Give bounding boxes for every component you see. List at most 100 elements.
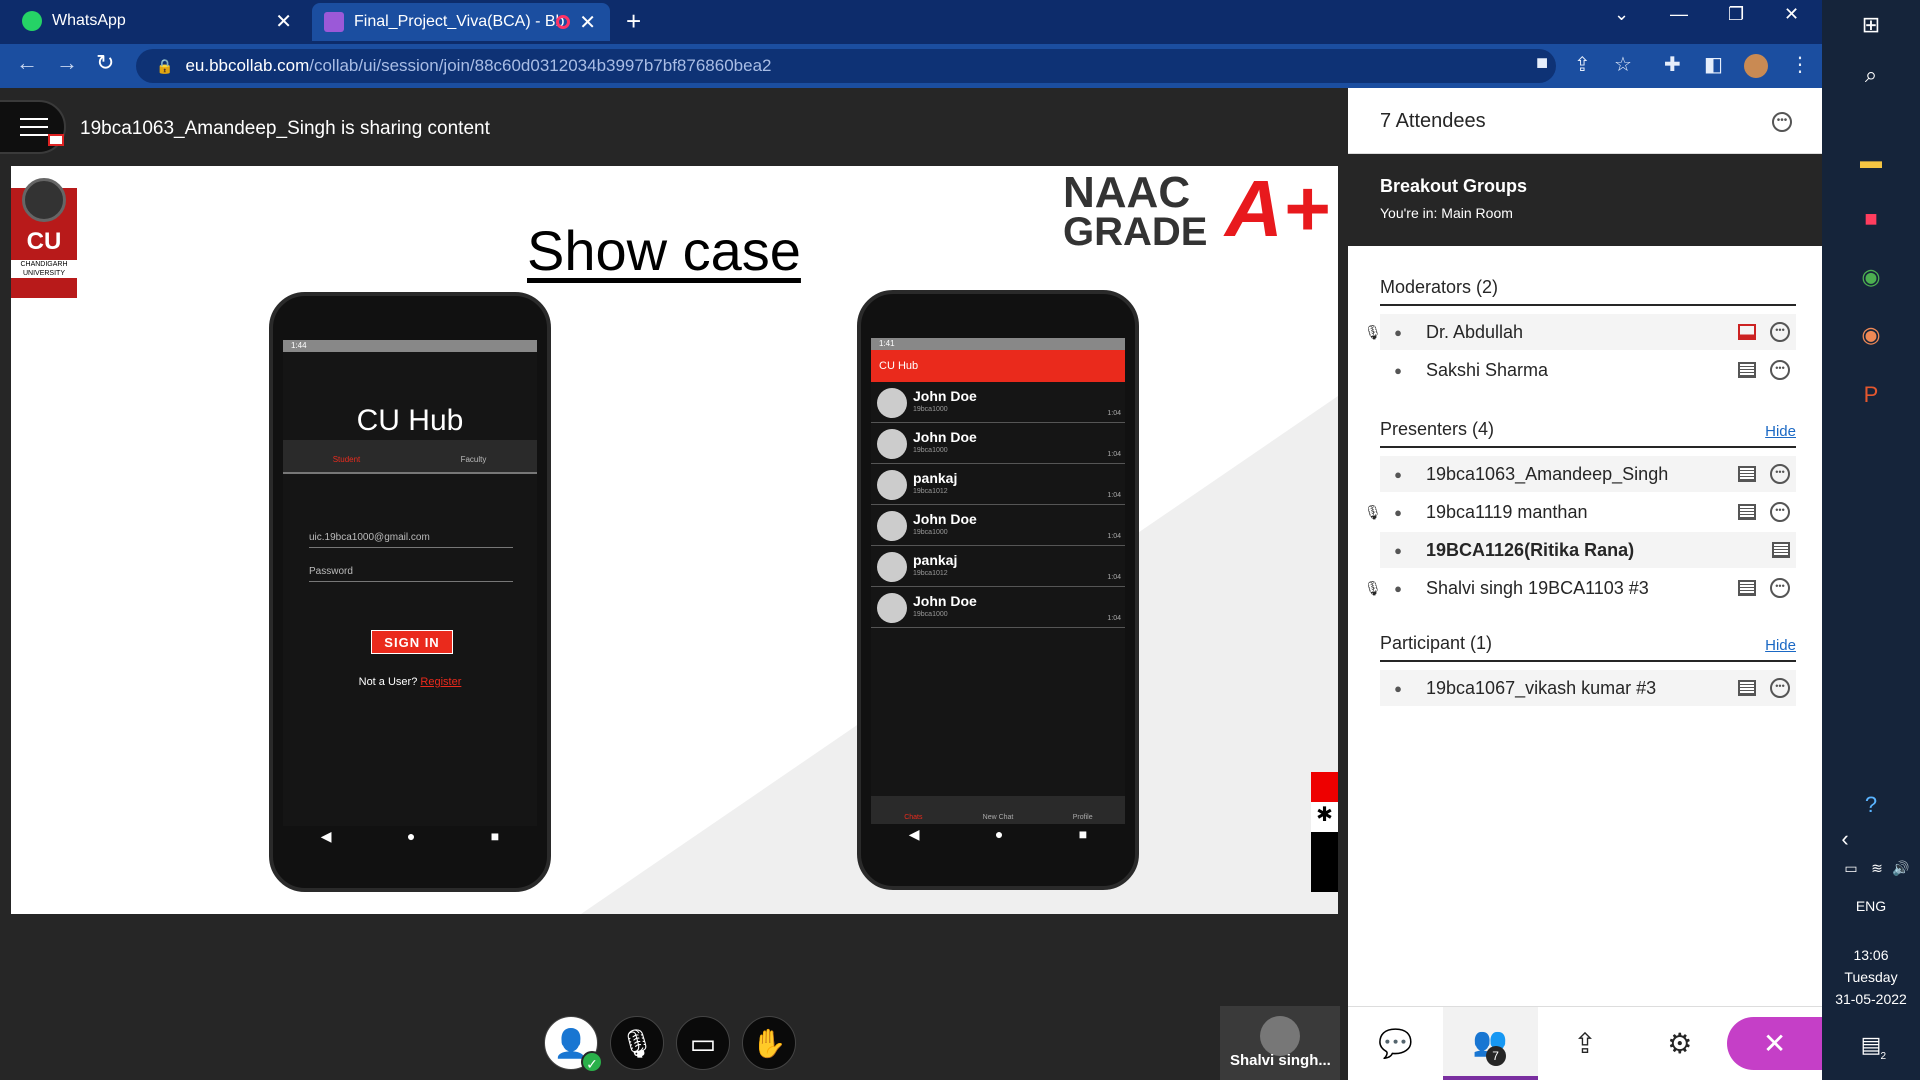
- section-title: Participant (1): [1380, 633, 1493, 653]
- close-icon[interactable]: ✕: [579, 10, 596, 35]
- new-tab-button[interactable]: +: [626, 6, 641, 37]
- captions-icon[interactable]: [1738, 362, 1756, 378]
- tab-title: Final_Project_Viva(BCA) - Bb: [354, 13, 565, 30]
- profile-avatar[interactable]: [1744, 54, 1768, 78]
- captions-icon[interactable]: [1738, 466, 1756, 482]
- star-icon[interactable]: ☆: [1614, 52, 1632, 77]
- powerpoint-icon[interactable]: P: [1856, 382, 1886, 412]
- mic-icon: 🎙: [1364, 324, 1382, 340]
- mic-icon: 🎙: [1364, 580, 1382, 596]
- panel-header: 7 Attendees •••: [1348, 88, 1822, 154]
- more-options-icon[interactable]: •••: [1770, 502, 1790, 522]
- captions-icon[interactable]: [1738, 580, 1756, 596]
- chrome-active-icon[interactable]: ◉: [1856, 322, 1886, 352]
- chat-id: 19bca1000: [913, 611, 948, 618]
- clock-date: 31-05-2022: [1835, 991, 1907, 1007]
- chat-id: 19bca1000: [913, 447, 948, 454]
- language-indicator[interactable]: ENG: [1822, 898, 1920, 914]
- camera-off-button[interactable]: ▭: [676, 1016, 730, 1070]
- address-bar[interactable]: 🔒 eu.bbcollab.com/collab/ui/session/join…: [136, 49, 1556, 83]
- person-icon: ●: [1394, 580, 1402, 596]
- more-options-icon[interactable]: •••: [1770, 464, 1790, 484]
- avatar: [877, 511, 907, 541]
- blackboard-icon: [324, 12, 344, 32]
- attendee-row-self[interactable]: ● 19BCA1126(Ritika Rana): [1380, 532, 1796, 568]
- app-icon[interactable]: ■: [1856, 206, 1886, 236]
- captions-icon[interactable]: [1738, 504, 1756, 520]
- tab-collab[interactable]: Final_Project_Viva(BCA) - Bb ✕: [312, 3, 610, 41]
- tab-student: Student: [332, 455, 361, 464]
- slide-title: Show case: [527, 219, 801, 282]
- close-panel-button[interactable]: ✕: [1727, 1017, 1822, 1070]
- more-options-icon[interactable]: •••: [1772, 112, 1792, 132]
- close-icon[interactable]: ✕: [275, 9, 292, 34]
- avatar: [877, 429, 907, 459]
- minimize-button[interactable]: —: [1670, 4, 1688, 25]
- section-header: Presenters (4) Hide: [1380, 412, 1796, 448]
- captions-icon[interactable]: [1772, 542, 1790, 558]
- attendees-icon[interactable]: 👥 7: [1442, 1007, 1538, 1080]
- tab-search-icon[interactable]: ⌄: [1614, 4, 1629, 25]
- chat-id: 19bca1012: [913, 488, 948, 495]
- login-phone-mockup: 1:44 CU Hub Student Faculty uic.19bca100…: [269, 292, 551, 892]
- window-close-button[interactable]: ✕: [1784, 4, 1799, 25]
- chat-time: 1:04: [1107, 615, 1121, 622]
- session-menu-button[interactable]: [0, 100, 66, 154]
- hide-participants-link[interactable]: Hide: [1765, 637, 1796, 654]
- search-icon[interactable]: ⌕: [1856, 62, 1886, 92]
- sidepanel-icon[interactable]: ◧: [1704, 52, 1723, 77]
- attendee-row[interactable]: ● Sakshi Sharma •••: [1380, 352, 1796, 388]
- attendee-name: 19bca1067_vikash kumar #3: [1426, 677, 1657, 698]
- attendee-row[interactable]: 🎙 ● 19bca1119 manthan •••: [1364, 494, 1796, 530]
- section-title: Moderators (2): [1380, 277, 1499, 297]
- hide-presenters-link[interactable]: Hide: [1765, 423, 1796, 440]
- active-speaker-tile[interactable]: Shalvi singh...: [1220, 1006, 1340, 1080]
- nav-profile: Profile: [1072, 814, 1093, 821]
- chat-id: 19bca1000: [913, 529, 948, 536]
- reload-icon[interactable]: ↻: [96, 50, 114, 76]
- attendee-row[interactable]: 🎙 ● Shalvi singh 19BCA1103 #3 •••: [1364, 570, 1796, 606]
- mic-icon: 🎙: [1364, 504, 1382, 520]
- back-icon[interactable]: ←: [16, 50, 38, 76]
- chat-time: 1:04: [1107, 574, 1121, 581]
- captions-icon[interactable]: [1738, 324, 1756, 340]
- avatar: [877, 470, 907, 500]
- clock-time: 13:06: [1853, 947, 1889, 963]
- person-icon: ●: [1394, 542, 1402, 558]
- forward-icon[interactable]: →: [56, 50, 78, 76]
- chevron-left-icon[interactable]: ‹: [1830, 826, 1860, 856]
- settings-gear-icon[interactable]: ⚙: [1632, 1007, 1727, 1080]
- tab-whatsapp[interactable]: WhatsApp ✕: [22, 5, 306, 37]
- extensions-icon[interactable]: ✚: [1664, 52, 1681, 77]
- chat-icon[interactable]: 💬: [1348, 1007, 1443, 1080]
- captions-icon[interactable]: [1738, 680, 1756, 696]
- notifications-icon[interactable]: ▤ 2: [1856, 1032, 1886, 1062]
- clock[interactable]: 13:06 Tuesday 31-05-2022: [1822, 944, 1920, 1010]
- zoom-icon[interactable]: [22, 178, 66, 222]
- chat-row: pankaj 19bca1012 1:04: [871, 546, 1125, 587]
- more-options-icon[interactable]: •••: [1770, 322, 1790, 342]
- my-status-button[interactable]: 👤 ✓: [544, 1016, 603, 1073]
- attendee-row[interactable]: 🎙 ● Dr. Abdullah •••: [1364, 314, 1796, 350]
- camera-icon[interactable]: ■: [1536, 52, 1548, 75]
- more-options-icon[interactable]: •••: [1770, 360, 1790, 380]
- volume-icon[interactable]: 🔊: [1886, 860, 1916, 890]
- attendee-row[interactable]: ● 19bca1067_vikash kumar #3 •••: [1380, 670, 1796, 706]
- restore-button[interactable]: ❐: [1728, 4, 1744, 25]
- file-explorer-icon[interactable]: ▬: [1856, 148, 1886, 178]
- menu-kebab-icon[interactable]: ⋮: [1790, 52, 1810, 77]
- windows-start-icon[interactable]: ⊞: [1856, 12, 1886, 42]
- breakout-groups[interactable]: Breakout Groups You're in: Main Room: [1348, 154, 1822, 246]
- share-icon[interactable]: ⇪: [1574, 52, 1591, 77]
- login-tabs: Student Faculty: [283, 440, 537, 474]
- microphone-off-button[interactable]: 🎙: [610, 1016, 664, 1070]
- chrome-icon[interactable]: ◉: [1856, 264, 1886, 294]
- help-icon[interactable]: ?: [1856, 792, 1886, 822]
- share-content-icon[interactable]: ⇪: [1538, 1007, 1633, 1080]
- more-options-icon[interactable]: •••: [1770, 678, 1790, 698]
- raise-hand-button[interactable]: ✋: [742, 1016, 796, 1070]
- attendee-row[interactable]: ● 19bca1063_Amandeep_Singh •••: [1380, 456, 1796, 492]
- app-title: CU Hub: [356, 404, 464, 437]
- breakout-room: You're in: Main Room: [1380, 205, 1513, 221]
- more-options-icon[interactable]: •••: [1770, 578, 1790, 598]
